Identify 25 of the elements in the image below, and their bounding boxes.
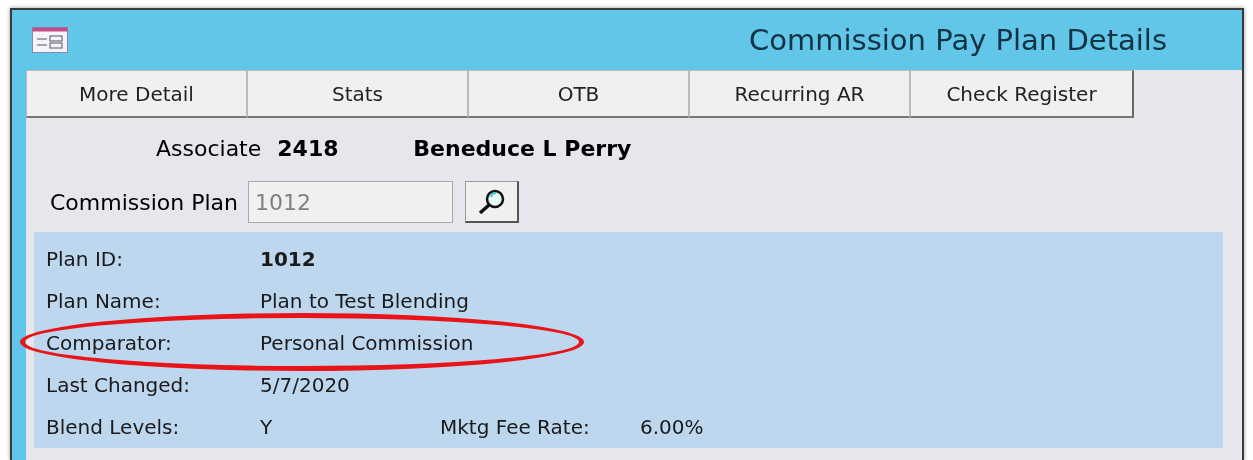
field-label: Blend Levels: bbox=[46, 415, 181, 439]
field-value: 1012 bbox=[260, 247, 316, 271]
field-value: Y bbox=[260, 415, 274, 439]
field-label: Plan Name: bbox=[46, 289, 162, 313]
nav-button[interactable]: More Detail bbox=[26, 70, 247, 118]
associate-name: Beneduce L Perry bbox=[413, 135, 632, 161]
search-button[interactable] bbox=[465, 181, 520, 223]
window-title: Commission Pay Plan Details bbox=[749, 23, 1167, 57]
field-label: Comparator: bbox=[46, 331, 173, 355]
nav-button[interactable]: OTB bbox=[468, 70, 689, 118]
associate-number: 2418 bbox=[277, 135, 340, 161]
search-icon bbox=[476, 187, 507, 216]
field-label: Plan ID: bbox=[46, 247, 124, 271]
field-value: 5/7/2020 bbox=[260, 373, 350, 397]
field-label: Mktg Fee Rate: bbox=[440, 415, 591, 439]
field-value: Personal Commission bbox=[260, 331, 474, 355]
nav-button[interactable]: Stats bbox=[247, 70, 468, 118]
field-value: Plan to Test Blending bbox=[260, 289, 469, 313]
commission-plan-label: Commission Plan bbox=[50, 189, 239, 215]
field-value: 6.00% bbox=[640, 415, 704, 439]
nav-button[interactable]: Recurring AR bbox=[689, 70, 910, 118]
nav-button[interactable]: Check Register bbox=[910, 70, 1134, 118]
field-label: Last Changed: bbox=[46, 373, 192, 397]
form-icon bbox=[32, 27, 68, 53]
associate-label: Associate bbox=[156, 135, 262, 161]
